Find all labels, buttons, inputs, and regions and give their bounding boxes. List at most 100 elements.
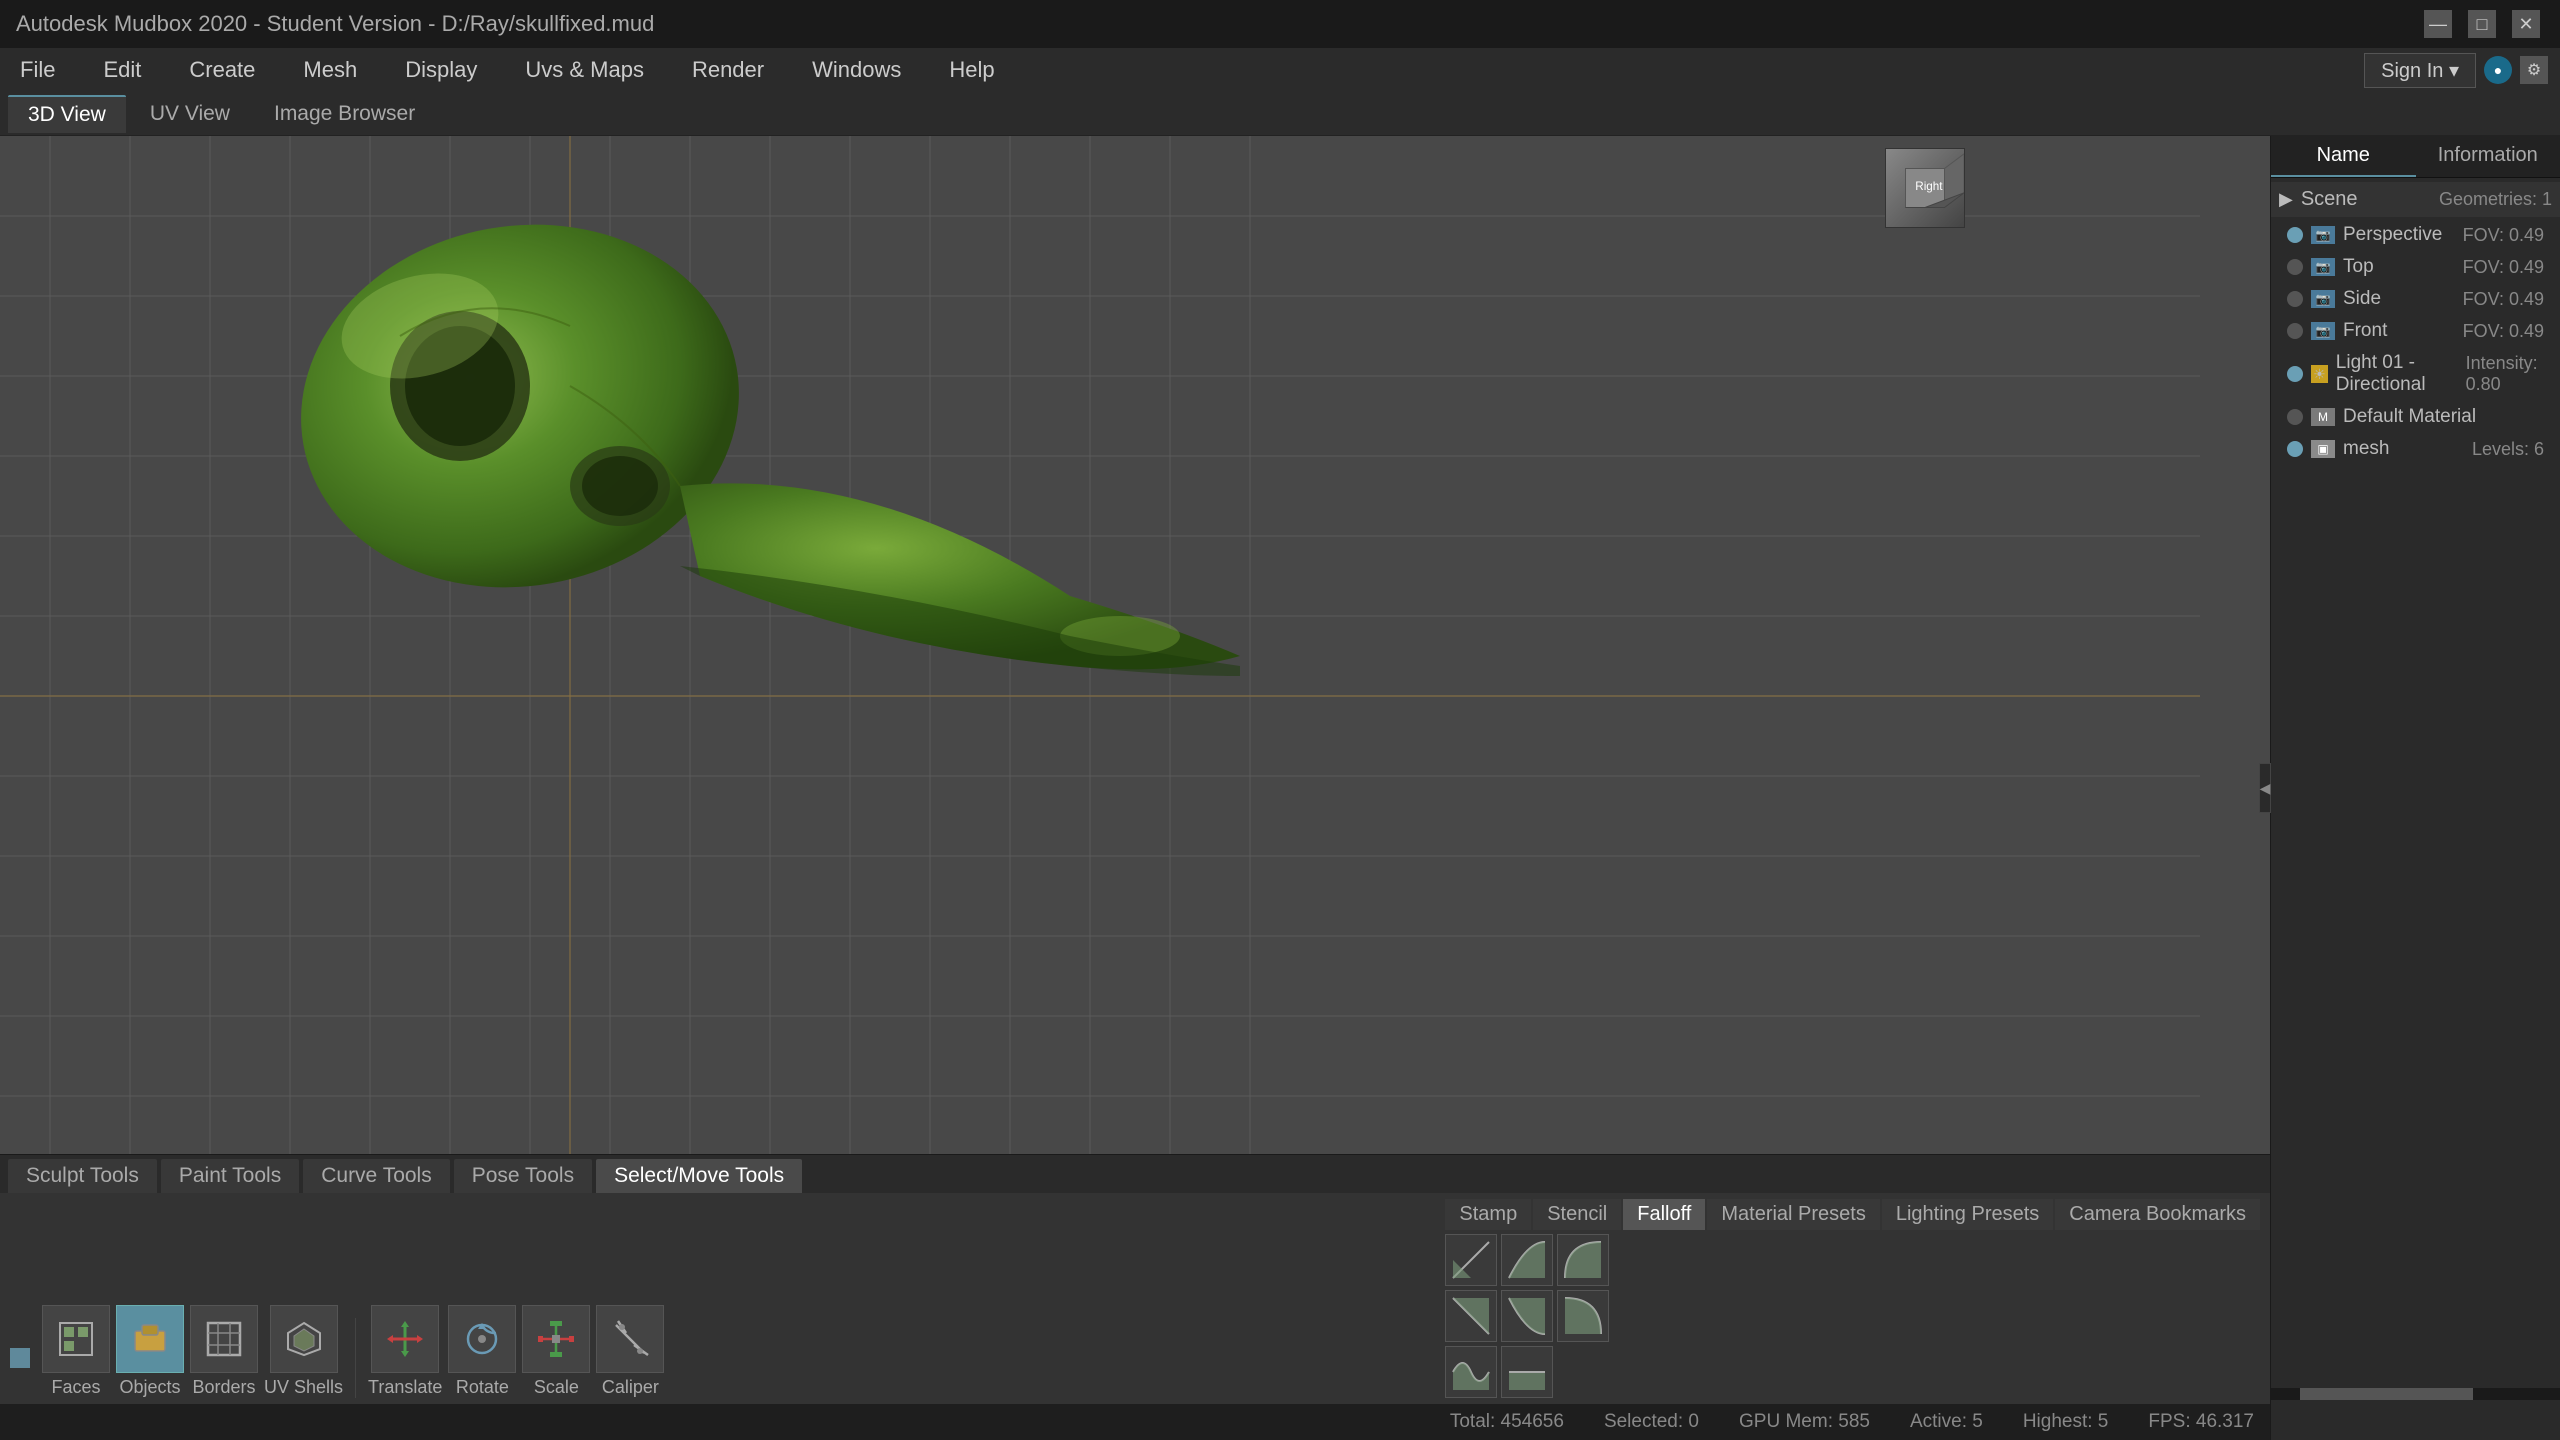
panel-scrollbar[interactable] [2271, 1388, 2560, 1400]
user-avatar: ● [2484, 56, 2512, 84]
falloff-icon-6[interactable] [1557, 1290, 1609, 1342]
settings-icon[interactable]: ⚙ [2520, 56, 2548, 84]
caliper-tool-label: Caliper [602, 1377, 659, 1398]
status-total: Total: 454656 [1450, 1411, 1564, 1433]
app-title: Autodesk Mudbox 2020 - Student Version -… [16, 11, 2544, 37]
menu-windows[interactable]: Windows [804, 53, 909, 87]
borders-tool-button[interactable] [190, 1305, 258, 1373]
scene-item-side[interactable]: 📷 Side FOV: 0.49 [2271, 283, 2560, 315]
tab-camera-bookmarks[interactable]: Camera Bookmarks [2055, 1199, 2260, 1230]
panel-header: Name Information [2271, 136, 2560, 178]
scene-list: ▶ Scene Geometries: 1 📷 Perspective FOV:… [2271, 178, 2560, 1440]
svg-text:Right: Right [1915, 180, 1943, 193]
scene-item-label: Light 01 - Directional [2336, 352, 2458, 396]
rotate-tool-button[interactable] [448, 1305, 516, 1373]
menu-edit[interactable]: Edit [95, 53, 149, 87]
falloff-tab-bar: Stamp Stencil Falloff Material Presets L… [1445, 1199, 2260, 1230]
panel-tab-information[interactable]: Information [2416, 136, 2560, 177]
falloff-panel: Stamp Stencil Falloff Material Presets L… [1445, 1199, 2260, 1398]
nav-cube[interactable]: Right [1885, 148, 1965, 228]
bottom-toolbar: Sculpt Tools Paint Tools Curve Tools Pos… [0, 1154, 2270, 1404]
scene-item-top[interactable]: 📷 Top FOV: 0.49 [2271, 251, 2560, 283]
panel-collapse-button[interactable]: ◀ [2259, 763, 2271, 813]
tab-stamp[interactable]: Stamp [1445, 1199, 1531, 1230]
camera-icon: 📷 [2311, 258, 2335, 276]
tab-uv-view[interactable]: UV View [130, 96, 250, 132]
maximize-button[interactable]: □ [2468, 10, 2496, 38]
scene-item-info: FOV: 0.49 [2463, 257, 2544, 278]
objects-tool-button[interactable] [116, 1305, 184, 1373]
transform-tools-group: Translate Rotate [368, 1305, 664, 1398]
close-button[interactable]: ✕ [2512, 10, 2540, 38]
scale-tool-label: Scale [534, 1377, 579, 1398]
caliper-tool-button[interactable] [596, 1305, 664, 1373]
visibility-indicator [2287, 409, 2303, 425]
camera-icon: 📷 [2311, 290, 2335, 308]
camera-icon: 📷 [2311, 322, 2335, 340]
falloff-icon-5[interactable] [1501, 1290, 1553, 1342]
menu-display[interactable]: Display [397, 53, 485, 87]
scene-item-label: mesh [2343, 438, 2389, 460]
tool-separator-1 [355, 1318, 356, 1398]
viewport[interactable]: Right Sculpt Tools Paint Tools Curve Too… [0, 136, 2270, 1440]
scene-item-front[interactable]: 📷 Front FOV: 0.49 [2271, 315, 2560, 347]
falloff-icon-3[interactable] [1557, 1234, 1609, 1286]
falloff-icon-2[interactable] [1501, 1234, 1553, 1286]
falloff-icons-grid [1445, 1234, 2260, 1398]
scene-item-mesh[interactable]: ▣ mesh Levels: 6 [2271, 433, 2560, 465]
borders-tool-label: Borders [192, 1377, 255, 1398]
status-selected: Selected: 0 [1604, 1411, 1699, 1433]
menu-mesh[interactable]: Mesh [295, 53, 365, 87]
tab-paint-tools[interactable]: Paint Tools [161, 1159, 299, 1193]
menu-create[interactable]: Create [181, 53, 263, 87]
status-active: Active: 5 [1910, 1411, 1983, 1433]
falloff-icon-8[interactable] [1501, 1346, 1553, 1398]
uvshells-tool-button[interactable] [270, 1305, 338, 1373]
translate-tool-button[interactable] [371, 1305, 439, 1373]
scene-section-header: ▶ Scene Geometries: 1 [2271, 182, 2560, 217]
faces-tool-button[interactable] [42, 1305, 110, 1373]
scene-item-label: Default Material [2343, 406, 2476, 428]
tab-pose-tools[interactable]: Pose Tools [454, 1159, 592, 1193]
scale-tool-button[interactable] [522, 1305, 590, 1373]
main-area: Right Sculpt Tools Paint Tools Curve Too… [0, 136, 2560, 1440]
menu-bar: File Edit Create Mesh Display Uvs & Maps… [0, 48, 2560, 92]
signin-button[interactable]: Sign In ▾ [2364, 53, 2476, 88]
tab-select-move-tools[interactable]: Select/Move Tools [596, 1159, 802, 1193]
tab-material-presets[interactable]: Material Presets [1707, 1199, 1880, 1230]
menu-help[interactable]: Help [941, 53, 1002, 87]
window-controls[interactable]: — □ ✕ [2424, 10, 2540, 38]
scene-item-perspective[interactable]: 📷 Perspective FOV: 0.49 [2271, 219, 2560, 251]
tab-sculpt-tools[interactable]: Sculpt Tools [8, 1159, 157, 1193]
scene-item-label: Side [2343, 288, 2381, 310]
light-icon: ☀ [2311, 365, 2328, 383]
status-gpu-mem: GPU Mem: 585 [1739, 1411, 1870, 1433]
falloff-icon-7[interactable] [1445, 1346, 1497, 1398]
tab-image-browser[interactable]: Image Browser [254, 96, 435, 132]
panel-tab-name[interactable]: Name [2271, 136, 2416, 177]
scene-item-label: Perspective [2343, 224, 2442, 246]
translate-tool-label: Translate [368, 1377, 442, 1398]
scene-item-info: FOV: 0.49 [2463, 225, 2544, 246]
menu-file[interactable]: File [12, 53, 63, 87]
scrollbar-thumb[interactable] [2300, 1388, 2473, 1400]
tab-falloff[interactable]: Falloff [1623, 1199, 1705, 1230]
tab-stencil[interactable]: Stencil [1533, 1199, 1621, 1230]
minimize-button[interactable]: — [2424, 10, 2452, 38]
tab-curve-tools[interactable]: Curve Tools [303, 1159, 450, 1193]
menu-render[interactable]: Render [684, 53, 772, 87]
select-tools-group: Faces Objects [42, 1305, 343, 1398]
scene-item-info: Levels: 6 [2472, 439, 2544, 460]
tab-lighting-presets[interactable]: Lighting Presets [1882, 1199, 2053, 1230]
status-highest: Highest: 5 [2023, 1411, 2109, 1433]
material-icon: M [2311, 408, 2335, 426]
selection-indicator [10, 1348, 30, 1368]
tab-3d-view[interactable]: 3D View [8, 95, 126, 133]
visibility-indicator [2287, 227, 2303, 243]
status-fps: FPS: 46.317 [2148, 1411, 2254, 1433]
falloff-icon-4[interactable] [1445, 1290, 1497, 1342]
falloff-icon-1[interactable] [1445, 1234, 1497, 1286]
menu-uvs-maps[interactable]: Uvs & Maps [517, 53, 652, 87]
scene-item-material[interactable]: M Default Material [2271, 401, 2560, 433]
scene-item-light[interactable]: ☀ Light 01 - Directional Intensity: 0.80 [2271, 347, 2560, 401]
